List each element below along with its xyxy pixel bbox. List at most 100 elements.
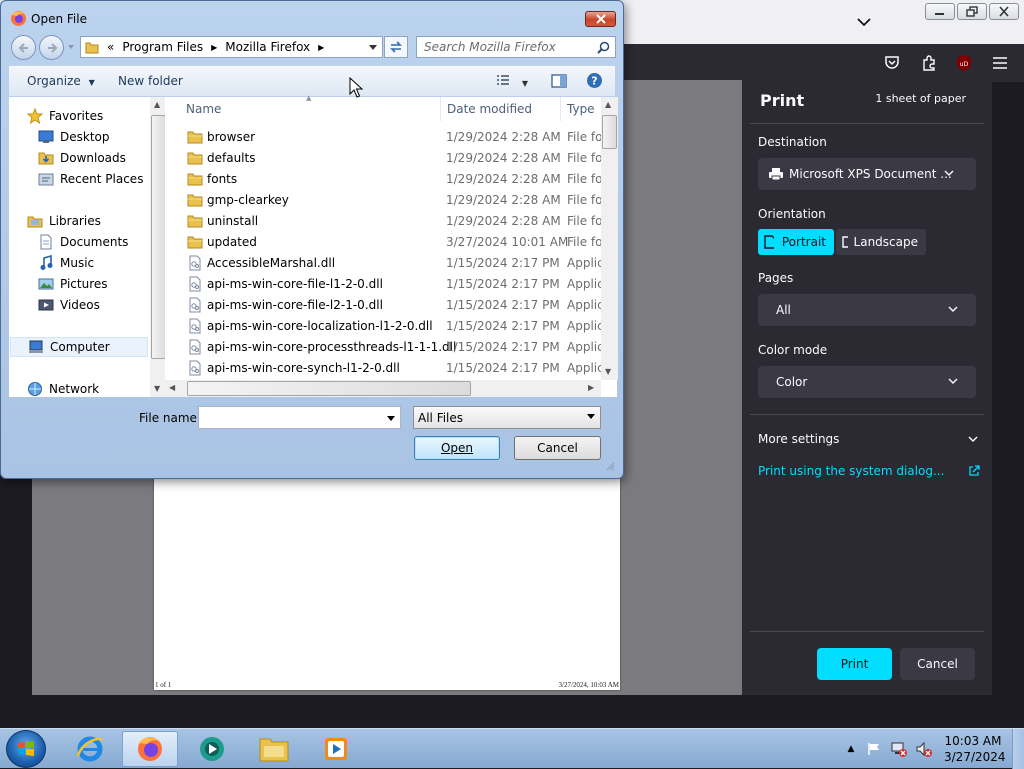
dialog-close-button[interactable] xyxy=(585,11,616,27)
menu-icon[interactable] xyxy=(990,53,1010,73)
show-hidden-icons-icon[interactable]: ▲ xyxy=(843,741,859,757)
file-row[interactable]: updated 3/27/2024 10:01 AMFile folder xyxy=(165,232,601,253)
breadcrumb-program-files[interactable]: Program Files xyxy=(122,40,203,54)
taskbar-internet-explorer[interactable] xyxy=(62,731,118,767)
file-date: 1/15/2024 2:17 PM xyxy=(446,277,560,291)
file-row[interactable]: fonts 1/29/2024 2:28 AM File folder xyxy=(165,169,601,190)
file-row[interactable]: browser 1/29/2024 2:28 AM File folder xyxy=(165,127,601,148)
column-date-header[interactable]: Date modified xyxy=(447,102,532,116)
column-type-header[interactable]: Type xyxy=(567,102,595,116)
volume-muted-icon[interactable] xyxy=(916,741,932,757)
file-hscroll-thumb[interactable] xyxy=(187,381,471,396)
nav-scroll-thumb[interactable] xyxy=(151,115,166,359)
dialog-cancel-button[interactable]: Cancel xyxy=(514,436,601,460)
file-type: Application extension xyxy=(567,256,601,270)
refresh-button[interactable] xyxy=(384,36,408,58)
nav-desktop[interactable]: Desktop xyxy=(38,127,110,147)
network-status-icon[interactable] xyxy=(891,741,907,757)
file-row[interactable]: AccessibleMarshal.dll 1/15/2024 2:17 PM Ap… xyxy=(165,253,601,274)
nav-downloads[interactable]: Downloads xyxy=(38,148,126,168)
file-date: 1/15/2024 2:17 PM xyxy=(446,319,560,333)
nav-recent-places[interactable]: Recent Places xyxy=(38,169,143,189)
help-icon[interactable]: ? xyxy=(586,72,603,89)
back-button[interactable] xyxy=(11,35,36,60)
taskbar-video-app[interactable] xyxy=(308,731,364,767)
file-list-scrollbar[interactable]: ▲ ▼ xyxy=(601,97,618,380)
pocket-icon[interactable] xyxy=(882,53,902,73)
file-row[interactable]: api-ms-win-core-processthreads-l1-1-1.dl… xyxy=(165,337,601,358)
destination-select[interactable]: Microsoft XPS Document ... xyxy=(758,158,976,190)
file-row[interactable]: api-ms-win-core-localization-l1-2-0.dll 1… xyxy=(165,316,601,337)
breadcrumb-mozilla-firefox[interactable]: Mozilla Firefox xyxy=(225,40,310,54)
command-bar: Organize ▼ New folder ▼ ? xyxy=(9,65,615,96)
new-folder-button[interactable]: New folder xyxy=(118,74,183,88)
restore-button[interactable] xyxy=(957,3,987,20)
nav-libraries[interactable]: Libraries xyxy=(27,211,101,231)
ublock-origin-icon[interactable]: uD xyxy=(954,53,974,73)
file-row[interactable]: api-ms-win-core-synch-l1-2-0.dll 1/15/202… xyxy=(165,358,601,379)
scroll-down-icon[interactable]: ▼ xyxy=(605,367,611,376)
organize-button[interactable]: Organize ▼ xyxy=(27,74,95,88)
system-clock[interactable]: 10:03 AM 3/27/2024 xyxy=(944,733,1006,765)
show-desktop-button[interactable] xyxy=(1012,729,1024,769)
search-icon[interactable] xyxy=(597,41,610,54)
nav-computer[interactable]: Computer xyxy=(10,337,148,357)
print-button[interactable]: Print xyxy=(817,648,892,680)
nav-music[interactable]: Music xyxy=(38,253,94,273)
scroll-up-icon[interactable]: ▲ xyxy=(154,100,160,109)
file-list-hscrollbar[interactable]: ◀ ▶ xyxy=(165,380,601,397)
file-name-dropdown-icon[interactable] xyxy=(384,411,398,425)
scroll-right-icon[interactable]: ▶ xyxy=(588,383,594,392)
chevron-down-icon[interactable] xyxy=(854,12,874,32)
preview-timestamp: 3/27/2024, 10:03 AM xyxy=(558,681,619,689)
nav-documents[interactable]: Documents xyxy=(38,232,128,252)
forward-button[interactable] xyxy=(39,35,64,60)
pages-select[interactable]: All xyxy=(758,294,976,326)
file-row[interactable]: gmp-clearkey 1/29/2024 2:28 AM File folder xyxy=(165,190,601,211)
landscape-option[interactable]: Landscape xyxy=(836,229,926,255)
file-name-input[interactable] xyxy=(198,406,401,429)
scroll-down-icon[interactable]: ▼ xyxy=(154,384,160,393)
nav-videos[interactable]: Videos xyxy=(38,295,100,315)
preview-pane-icon[interactable] xyxy=(551,74,567,88)
file-row[interactable]: api-ms-win-core-file-l1-2-0.dll 1/15/2024… xyxy=(165,274,601,295)
address-bar[interactable]: « Program Files ▶ Mozilla Firefox ▶ xyxy=(80,36,383,58)
recent-locations-icon[interactable] xyxy=(67,44,75,50)
column-name-header[interactable]: Name xyxy=(186,102,221,116)
minimize-button[interactable] xyxy=(925,3,955,20)
start-button[interactable] xyxy=(6,730,46,768)
taskbar-firefox[interactable] xyxy=(122,731,178,767)
file-type-select[interactable]: All Files xyxy=(413,406,601,429)
action-center-flag-icon[interactable] xyxy=(866,741,882,757)
file-type: Application extension xyxy=(567,319,601,333)
pages-label: Pages xyxy=(758,271,794,285)
view-options-button[interactable]: ▼ xyxy=(496,74,528,89)
address-dropdown-icon[interactable] xyxy=(369,45,377,51)
file-row[interactable]: uninstall 1/29/2024 2:28 AM File folder xyxy=(165,211,601,232)
system-dialog-link[interactable]: Print using the system dialog... xyxy=(758,464,980,478)
scroll-left-icon[interactable]: ◀ xyxy=(169,383,175,392)
file-row[interactable]: defaults 1/29/2024 2:28 AM File folder xyxy=(165,148,601,169)
portrait-option[interactable]: Portrait xyxy=(758,229,834,255)
file-name: uninstall xyxy=(207,214,259,228)
nav-pictures[interactable]: Pictures xyxy=(38,274,108,294)
taskbar-file-explorer[interactable] xyxy=(246,731,302,767)
breadcrumb-overflow[interactable]: « xyxy=(107,40,114,54)
dll-file-icon xyxy=(189,318,201,334)
nav-network[interactable]: Network xyxy=(27,379,99,399)
open-button[interactable]: Open xyxy=(414,436,500,460)
search-input[interactable]: Search Mozilla Firefox xyxy=(416,36,616,58)
more-settings-toggle[interactable]: More settings xyxy=(758,432,978,446)
window-close-button[interactable] xyxy=(989,3,1019,20)
landscape-label: Landscape xyxy=(853,235,918,249)
file-row[interactable]: api-ms-win-core-file-l2-1-0.dll 1/15/2024… xyxy=(165,295,601,316)
taskbar-media-app[interactable] xyxy=(184,731,240,767)
print-cancel-button[interactable]: Cancel xyxy=(900,648,975,680)
resize-grip-icon[interactable] xyxy=(605,461,615,471)
orientation-label: Orientation xyxy=(758,207,826,221)
file-scroll-thumb[interactable] xyxy=(602,115,617,149)
extensions-icon[interactable] xyxy=(919,53,939,73)
scroll-up-icon[interactable]: ▲ xyxy=(605,100,611,109)
nav-favorites[interactable]: Favorites xyxy=(27,106,103,126)
color-mode-select[interactable]: Color xyxy=(758,366,976,398)
